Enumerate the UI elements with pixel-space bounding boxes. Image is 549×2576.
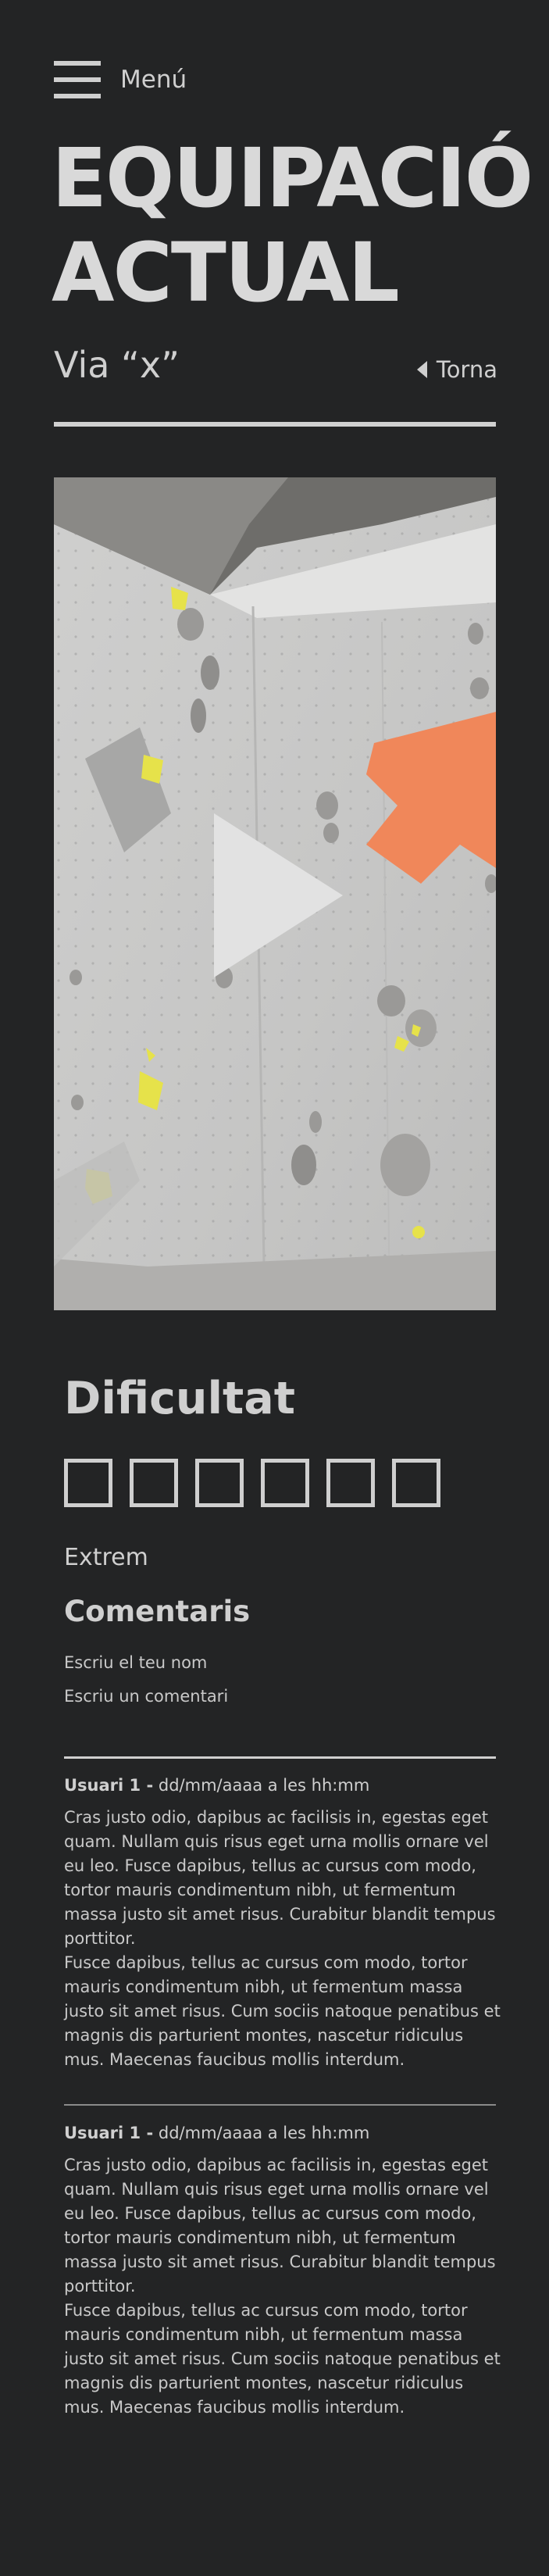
page-title-line-1: EQUIPACIÓ bbox=[52, 130, 533, 226]
comment-user: Usuari 1 - bbox=[64, 1776, 154, 1795]
comment-input[interactable]: Escriu un comentari bbox=[64, 1687, 228, 1706]
difficulty-rating[interactable] bbox=[64, 1459, 440, 1507]
comments-heading: Comentaris bbox=[64, 1595, 251, 1628]
back-label[interactable]: Torna bbox=[437, 356, 497, 383]
comments-divider bbox=[64, 1756, 496, 1759]
difficulty-box-3[interactable] bbox=[195, 1459, 244, 1507]
comment-meta: dd/mm/aaaa a les hh:mm bbox=[158, 1776, 370, 1795]
menu-label[interactable]: Menú bbox=[120, 66, 187, 94]
menu-toggle[interactable]: Menú bbox=[54, 61, 187, 98]
comment-paragraph: Cras justo odio, dapibus ac facilisis in… bbox=[64, 2156, 496, 2296]
comment-header: Usuari 1 - dd/mm/aaaa a les hh:mm bbox=[64, 2124, 501, 2142]
route-name: Via “x” bbox=[54, 344, 180, 386]
back-link[interactable]: Torna bbox=[416, 356, 497, 383]
difficulty-box-4[interactable] bbox=[261, 1459, 309, 1507]
comment-item: Usuari 1 - dd/mm/aaaa a les hh:mm Cras j… bbox=[64, 2124, 501, 2420]
difficulty-level-label: Extrem bbox=[64, 1544, 148, 1571]
comment-paragraph: Fusce dapibus, tellus ac cursus com modo… bbox=[64, 2301, 501, 2417]
video-player[interactable] bbox=[54, 477, 496, 1310]
climbing-wall-thumbnail bbox=[54, 477, 496, 1310]
difficulty-box-6[interactable] bbox=[392, 1459, 440, 1507]
page-title: EQUIPACIÓ ACTUAL bbox=[52, 130, 533, 320]
name-input[interactable]: Escriu el teu nom bbox=[64, 1653, 207, 1672]
comment-user: Usuari 1 - bbox=[64, 2124, 154, 2142]
comment-body: Cras justo odio, dapibus ac facilisis in… bbox=[64, 1806, 501, 2072]
difficulty-box-5[interactable] bbox=[326, 1459, 375, 1507]
hamburger-icon[interactable] bbox=[54, 61, 101, 98]
comment-paragraph: Fusce dapibus, tellus ac cursus com modo… bbox=[64, 1953, 501, 2069]
page-title-line-2: ACTUAL bbox=[52, 225, 400, 320]
difficulty-box-1[interactable] bbox=[64, 1459, 112, 1507]
difficulty-heading: Dificultat bbox=[64, 1373, 295, 1424]
difficulty-box-2[interactable] bbox=[130, 1459, 178, 1507]
comment-meta: dd/mm/aaaa a les hh:mm bbox=[158, 2124, 370, 2142]
comment-paragraph: Cras justo odio, dapibus ac facilisis in… bbox=[64, 1808, 496, 1948]
comment-separator bbox=[64, 2104, 496, 2106]
comment-body: Cras justo odio, dapibus ac facilisis in… bbox=[64, 2153, 501, 2420]
header-divider bbox=[54, 422, 496, 427]
comment-item: Usuari 1 - dd/mm/aaaa a les hh:mm Cras j… bbox=[64, 1776, 501, 2072]
back-arrow-icon bbox=[416, 361, 427, 378]
comment-header: Usuari 1 - dd/mm/aaaa a les hh:mm bbox=[64, 1776, 501, 1795]
